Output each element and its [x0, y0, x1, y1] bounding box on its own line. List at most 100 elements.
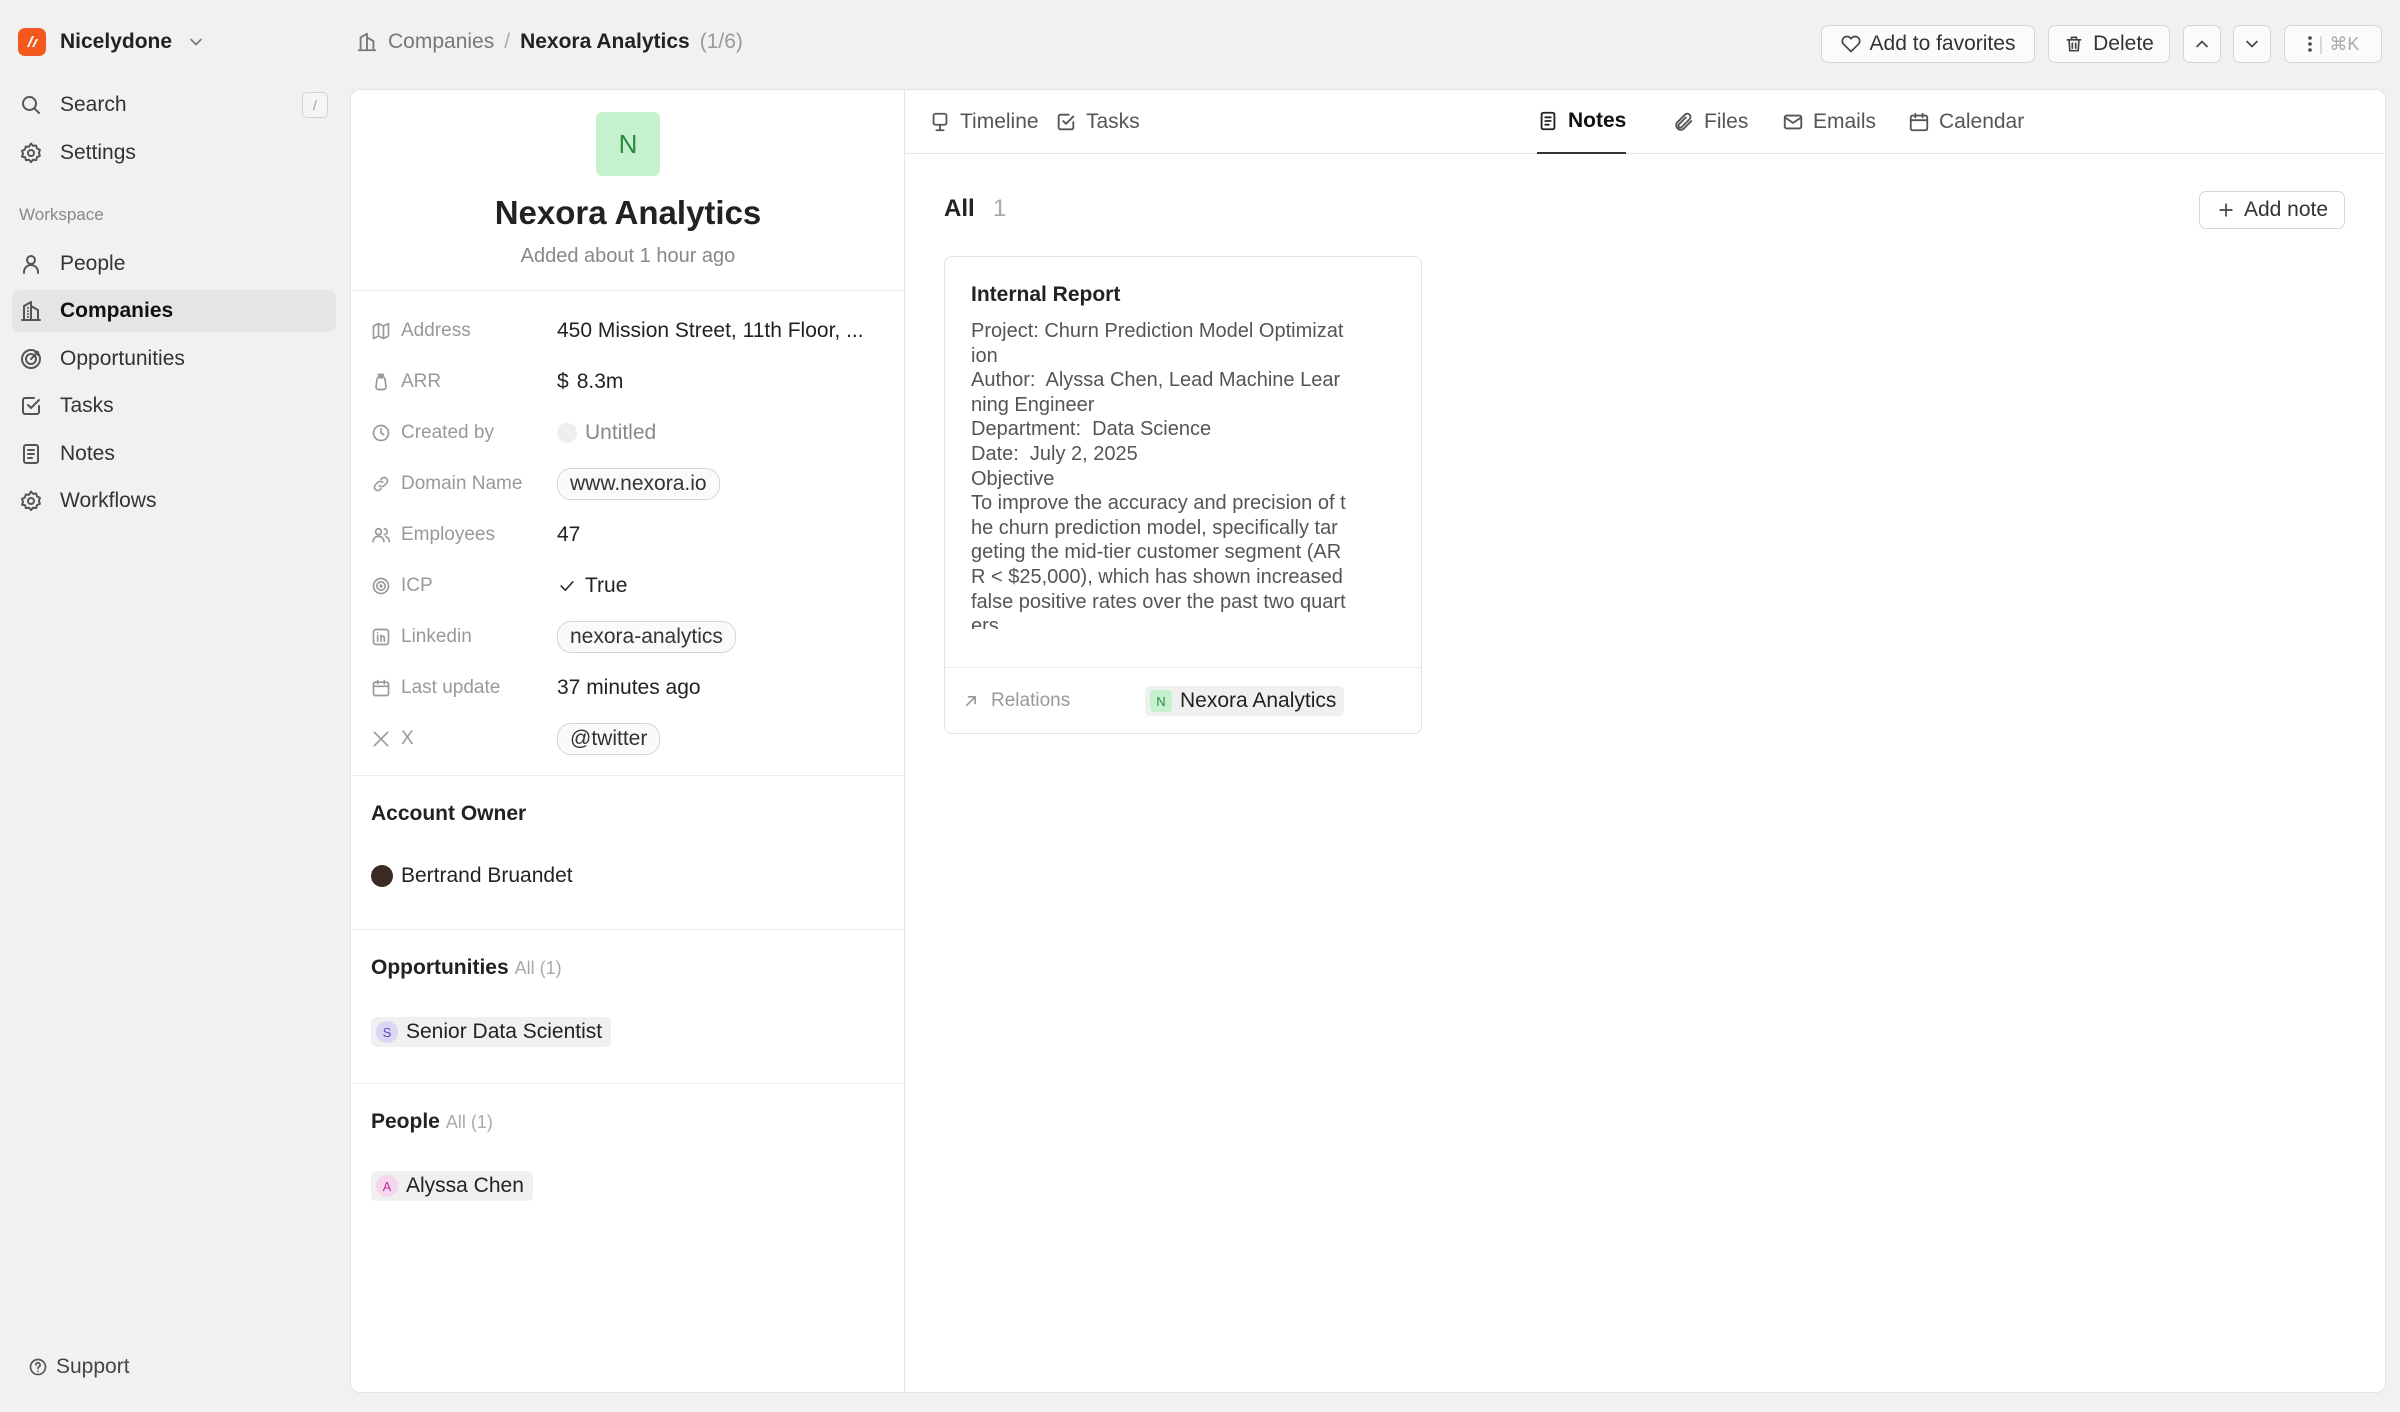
field-value: True: [585, 574, 628, 597]
delete-button[interactable]: Delete: [2048, 25, 2170, 63]
target-icon: [372, 577, 390, 595]
relations-label: Relations: [961, 690, 1070, 712]
account-owner[interactable]: Bertrand Bruandet: [371, 864, 573, 888]
sidebar-item-people[interactable]: People: [12, 243, 336, 285]
tab-emails[interactable]: Emails: [1782, 90, 1876, 154]
divider: [351, 775, 905, 776]
breadcrumb-parent[interactable]: Companies: [388, 30, 494, 54]
more-actions-button[interactable]: | ⌘K: [2284, 25, 2382, 63]
field-value: Untitled: [585, 421, 657, 444]
tab-tasks[interactable]: Tasks: [1055, 90, 1140, 154]
add-note-button[interactable]: Add note: [2199, 191, 2345, 229]
notes-icon: [1540, 111, 1556, 131]
field-label: X: [401, 728, 414, 749]
mail-icon: [1783, 114, 1803, 130]
arrow-up-right-icon: [966, 696, 976, 706]
field-linkedin[interactable]: Linkedin nexora-analytics: [371, 617, 891, 657]
sidebar-item-label: Companies: [60, 299, 174, 322]
tab-timeline[interactable]: Timeline: [929, 90, 1039, 154]
x-handle-link[interactable]: @twitter: [557, 723, 661, 755]
workspace-name: Nicelydone: [60, 30, 173, 53]
support-button[interactable]: Support: [28, 1355, 130, 1379]
account-owner-title: Account Owner: [371, 802, 527, 825]
search-button[interactable]: Search /: [12, 84, 336, 126]
linkedin-link[interactable]: nexora-analytics: [557, 621, 736, 653]
company-name[interactable]: Nexora Analytics: [351, 194, 905, 232]
opportunity-chip[interactable]: S Senior Data Scientist: [371, 1017, 612, 1047]
field-employees[interactable]: Employees 47: [371, 515, 891, 555]
sidebar-item-companies[interactable]: Companies: [12, 290, 336, 332]
sidebar-item-tasks[interactable]: Tasks: [12, 385, 336, 427]
tab-calendar[interactable]: Calendar: [1908, 90, 2024, 154]
gear-icon: [21, 490, 41, 512]
sidebar-item-workflows[interactable]: Workflows: [12, 480, 336, 522]
person-avatar: A: [376, 1175, 398, 1197]
note-title: Internal Report: [971, 283, 1121, 306]
person-chip[interactable]: A Alyssa Chen: [371, 1171, 533, 1201]
shortcut-divider: |: [2318, 33, 2324, 54]
opportunity-avatar: S: [376, 1021, 398, 1043]
tab-label: Emails: [1813, 110, 1877, 133]
breadcrumb-current: Nexora Analytics: [520, 30, 690, 53]
sidebar-item-notes[interactable]: Notes: [12, 433, 336, 475]
sidebar-item-label: Tasks: [60, 394, 114, 417]
opportunities-count: All (1): [514, 958, 562, 978]
relation-chip[interactable]: N Nexora Analytics: [1145, 686, 1345, 716]
help-circle-icon: [29, 1358, 47, 1376]
breadcrumb-position: (1/6): [699, 30, 743, 53]
tab-files[interactable]: Files: [1673, 90, 1748, 154]
chevron-up-icon: [2196, 40, 2208, 48]
domain-link[interactable]: www.nexora.io: [557, 468, 720, 500]
settings-button[interactable]: Settings: [12, 132, 336, 174]
target-icon: [21, 349, 41, 369]
notes-count: 1: [993, 195, 1007, 222]
tab-label: Files: [1704, 110, 1749, 133]
field-label: Linkedin: [401, 626, 472, 647]
field-arr[interactable]: ARR $8.3m: [371, 362, 891, 402]
field-label: Last update: [401, 677, 501, 698]
note-body: Project: Churn Prediction Model Optimiza…: [971, 320, 1346, 629]
previous-record-button[interactable]: [2183, 25, 2221, 63]
creator-avatar: [557, 423, 577, 443]
field-label: Address: [401, 320, 471, 341]
tab-label: Timeline: [960, 110, 1039, 133]
divider: [351, 290, 905, 291]
record-panel: N Nexora Analytics Added about 1 hour ag…: [350, 89, 2386, 1393]
note-card[interactable]: Internal Report Project: Churn Predictio…: [944, 256, 1422, 734]
field-domain-name[interactable]: Domain Name www.nexora.io: [371, 464, 891, 504]
more-vertical-icon: [2307, 36, 2312, 52]
add-to-favorites-button[interactable]: Add to favorites: [1821, 25, 2035, 63]
field-icp[interactable]: ICP True: [371, 566, 891, 606]
heart-icon: [1841, 35, 1860, 53]
breadcrumb: Companies / Nexora Analytics (1/6): [356, 30, 743, 54]
field-created-by[interactable]: Created by Untitled: [371, 413, 891, 453]
tab-notes[interactable]: Notes: [1537, 90, 1627, 154]
add-note-label: Add note: [2243, 198, 2329, 221]
settings-label: Settings: [60, 141, 136, 164]
sidebar-item-opportunities[interactable]: Opportunities: [12, 338, 336, 380]
field-label: Employees: [401, 524, 495, 545]
next-record-button[interactable]: [2233, 25, 2271, 63]
field-x[interactable]: X @twitter: [371, 719, 891, 759]
workspace-switcher[interactable]: Nicelydone: [18, 24, 206, 60]
field-value: 47: [557, 523, 581, 546]
map-icon: [372, 322, 390, 340]
tab-label: Calendar: [1939, 110, 2025, 133]
people-title[interactable]: People All (1): [371, 1110, 493, 1134]
checkbox-icon: [22, 397, 40, 415]
field-last-update[interactable]: Last update 37 minutes ago: [371, 668, 891, 708]
field-label: ICP: [401, 575, 433, 596]
company-avatar[interactable]: N: [596, 112, 660, 176]
paperclip-icon: [1675, 112, 1693, 131]
workspace-section-label: Workspace: [19, 205, 104, 224]
opportunities-title[interactable]: Opportunities All (1): [371, 956, 562, 980]
sidebar-item-label: Opportunities: [60, 347, 185, 370]
divider: [351, 929, 905, 930]
chevron-down-icon: [2246, 40, 2258, 48]
notes-all-label: All: [944, 195, 975, 222]
plus-icon: [2219, 203, 2233, 217]
search-shortcut: /: [302, 92, 328, 118]
building-icon: [21, 301, 41, 321]
relation-avatar: N: [1150, 690, 1172, 712]
field-address[interactable]: Address 450 Mission Street, 11th Floor, …: [371, 311, 891, 351]
